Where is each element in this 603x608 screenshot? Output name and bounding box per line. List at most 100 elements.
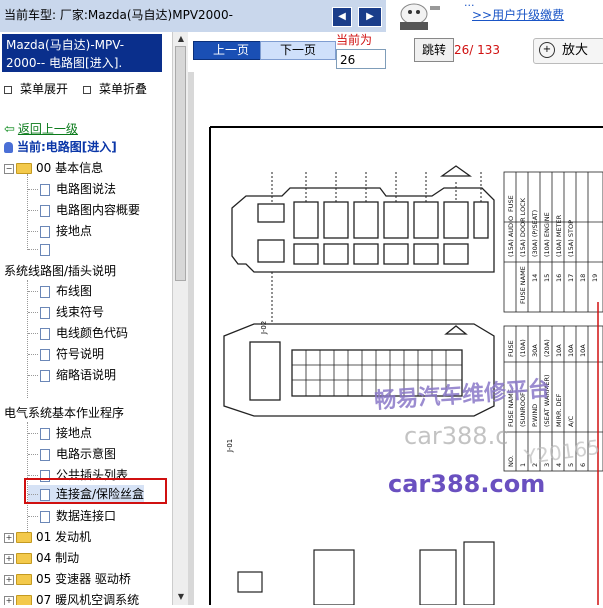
vehicle-title: 当前车型: 厂家:Mazda(马自达)MPV2000- [4,8,233,22]
svg-text:30A: 30A [531,344,539,357]
sidebar-tree: Mazda(马自达)-MPV-2000-- 电路图[进入]. 菜单展开 菜单折叠… [0,32,188,605]
svg-text:A/C: A/C [567,415,575,427]
svg-text:FUSE NAME: FUSE NAME [519,266,527,304]
tree-item[interactable]: 接地点 [28,222,92,239]
upgrade-banner: ... >>用户升级缴费 [386,0,603,32]
svg-text:14: 14 [531,274,539,282]
folder-icon [16,532,32,543]
expand-toggle-icon: + [4,595,14,605]
tree-group-procedures[interactable]: 电气系统基本作业程序 [4,404,124,421]
connector-label-j02: J-02 [260,321,268,335]
expand-toggle-icon: + [4,553,14,564]
document-icon [40,327,50,340]
tree-item-selected[interactable]: 连接盒/保险丝盒 [28,485,145,502]
tree-item[interactable]: 布线图 [28,282,92,299]
fuse-box-diagram: J-02 J-01 FUSE (15A) AUDIO (15A) DOOR LO… [209,126,603,606]
goto-button[interactable]: 跳转 [414,38,454,62]
prev-page-button[interactable]: 上一页 [193,41,269,60]
watermark-url: car388.com [388,470,546,498]
collapse-toggle-icon: − [4,163,14,174]
svg-text:10A: 10A [579,344,587,357]
nav-prev-button[interactable]: ◀ [332,7,352,27]
document-icon [40,225,50,238]
document-icon [40,183,50,196]
svg-text:MIRR. DEF: MIRR. DEF [555,393,563,427]
scroll-up-icon[interactable]: ▲ [176,34,186,44]
svg-text:10A: 10A [555,344,563,357]
svg-text:19: 19 [591,274,599,282]
svg-text:15: 15 [543,274,551,282]
tree-folder[interactable]: +07 暖风机空调系统 [4,591,139,605]
expand-toggle-icon: + [4,532,14,543]
tree-item[interactable]: 电路图说法 [28,180,116,197]
tree-folder[interactable]: +01 发动机 [4,528,91,545]
diagram-viewer: 上一页 下一页 当前为 26 跳转 26/ 133 + 放大 J-02 J-01… [188,32,603,606]
document-icon [40,285,50,298]
tree-item[interactable]: 符号说明 [28,345,104,362]
sidebar-scrollbar[interactable]: ▲ ▼ [172,32,188,605]
folder-icon [16,553,32,564]
viewer-toolbar: 上一页 下一页 当前为 26 跳转 26/ 133 + 放大 [188,32,603,72]
tree-item[interactable]: 电线颜色代码 [28,324,128,341]
upgrade-link[interactable]: >>用户升级缴费 [472,6,564,23]
folder-open-icon [16,163,32,174]
document-icon [40,348,50,361]
svg-text:5: 5 [567,463,575,467]
next-page-button[interactable]: 下一页 [260,41,336,60]
document-icon [40,510,50,523]
tree-item[interactable] [28,242,56,256]
tree-item[interactable]: 缩略语说明 [28,366,116,383]
svg-text:(15A) DOOR LOCK: (15A) DOOR LOCK [519,197,527,257]
wiring-diagram-page: J-02 J-01 FUSE (15A) AUDIO (15A) DOOR LO… [194,72,603,606]
mascot-icon [400,3,440,30]
page-status: 26/ 133 [454,43,501,57]
folder-icon [16,574,32,585]
tree-folder[interactable]: +04 制动 [4,549,79,566]
svg-text:(15A) AUDIO: (15A) AUDIO [507,216,515,257]
back-arrow-icon: ⇦ [4,122,15,137]
svg-text:(10A): (10A) [519,339,527,357]
document-icon [40,306,50,319]
svg-text:(30A) (P/SEAT): (30A) (P/SEAT) [531,210,539,257]
zoom-in-button[interactable]: + 放大 [533,38,603,64]
tree-item[interactable]: 电路图内容概要 [28,201,140,218]
location-icon [4,142,13,153]
document-icon [40,488,50,501]
document-icon [40,427,50,440]
expand-icon [4,85,12,94]
tree-folder[interactable]: +05 变速器 驱动桥 [4,570,131,587]
svg-text:6: 6 [579,463,587,467]
svg-text:10A: 10A [567,344,575,357]
current-page-label: 当前为 [336,33,373,47]
nav-next-button[interactable]: ▶ [358,7,382,27]
svg-text:FUSE: FUSE [507,195,515,212]
model-title[interactable]: Mazda(马自达)-MPV-2000-- 电路图[进入]. [2,34,162,72]
svg-text:(20A): (20A) [543,339,551,357]
svg-text:17: 17 [567,274,575,282]
scroll-down-icon[interactable]: ▼ [176,592,186,602]
zoom-in-icon: + [539,42,555,58]
tree-item[interactable]: 电路示意图 [28,445,116,462]
svg-text:(10A) ENGINE: (10A) ENGINE [543,212,551,257]
svg-text:(15A) STOP: (15A) STOP [567,220,575,257]
document-icon [40,448,50,461]
svg-text:(10A) METER: (10A) METER [555,214,563,257]
svg-text:16: 16 [555,274,563,282]
current-page-input[interactable]: 26 [336,49,386,69]
tree-group-wiring[interactable]: 系统线路图/插头说明 [4,262,116,279]
tree-item[interactable]: 线束符号 [28,303,104,320]
svg-text:NO.: NO. [507,455,515,467]
expand-toggle-icon: + [4,574,14,585]
tree-item[interactable]: 接地点 [28,424,92,441]
document-icon [40,369,50,382]
svg-text:P.WIND: P.WIND [531,404,539,427]
menu-expand[interactable]: 菜单展开 [4,80,68,97]
scroll-thumb[interactable] [175,46,186,281]
svg-text:18: 18 [579,274,587,282]
back-link[interactable]: ⇦ 返回上一级 [4,120,78,137]
menu-collapse[interactable]: 菜单折叠 [83,80,147,97]
document-icon [40,204,50,217]
tree-item[interactable]: 数据连接口 [28,507,116,524]
tree-folder-00[interactable]: −00 基本信息 [4,159,103,176]
connector-label-j01: J-01 [226,439,234,453]
